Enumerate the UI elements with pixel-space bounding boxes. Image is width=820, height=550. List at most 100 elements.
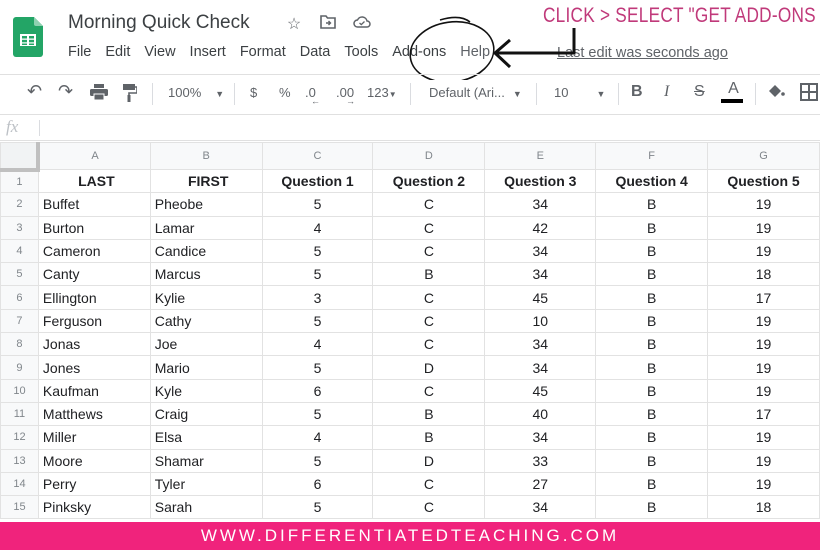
cell-d6[interactable]: C <box>372 285 486 310</box>
row-header[interactable]: 14 <box>0 471 39 497</box>
cell-f9[interactable]: B <box>595 355 709 380</box>
cell-g5[interactable]: 18 <box>707 262 820 287</box>
cell-e1[interactable]: Question 3 <box>484 168 597 194</box>
cell-g8[interactable]: 19 <box>707 332 820 357</box>
cell-e7[interactable]: 10 <box>484 308 597 334</box>
cell-c6[interactable]: 3 <box>261 285 374 310</box>
cell-e12[interactable]: 34 <box>484 425 597 450</box>
cell-f15[interactable]: B <box>595 495 709 520</box>
print-icon[interactable] <box>90 84 108 103</box>
cell-c7[interactable]: 5 <box>261 308 374 334</box>
cell-f3[interactable]: B <box>595 215 709 240</box>
cell-e9[interactable]: 34 <box>484 355 597 380</box>
cell-e5[interactable]: 34 <box>484 262 597 287</box>
cell-g6[interactable]: 17 <box>707 285 820 310</box>
cell-f4[interactable]: B <box>595 238 709 264</box>
cell-a12[interactable]: Miller <box>37 425 151 450</box>
cell-e3[interactable]: 42 <box>484 215 597 240</box>
cell-b3[interactable]: Lamar <box>149 215 263 240</box>
cell-c11[interactable]: 5 <box>261 401 374 427</box>
italic-button[interactable]: I <box>664 83 669 101</box>
cell-e6[interactable]: 45 <box>484 285 597 310</box>
cell-c3[interactable]: 4 <box>261 215 374 240</box>
cell-a4[interactable]: Cameron <box>37 238 151 264</box>
column-header-b[interactable]: B <box>149 142 263 170</box>
cell-b2[interactable]: Pheobe <box>149 192 263 217</box>
cell-b13[interactable]: Shamar <box>149 448 263 473</box>
cell-d8[interactable]: C <box>372 332 486 357</box>
column-header-c[interactable]: C <box>261 142 374 170</box>
cell-c15[interactable]: 5 <box>261 495 374 520</box>
paint-format-icon[interactable] <box>123 84 138 105</box>
cell-a1[interactable]: LAST <box>37 168 151 194</box>
row-header[interactable]: 13 <box>0 448 39 473</box>
undo-icon[interactable]: ↶ <box>27 81 42 102</box>
cell-a8[interactable]: Jonas <box>37 332 151 357</box>
row-header[interactable]: 1 <box>0 168 39 194</box>
cell-c5[interactable]: 5 <box>261 262 374 287</box>
row-header[interactable]: 4 <box>0 238 39 264</box>
cell-a15[interactable]: Pinksky <box>37 495 151 520</box>
menu-help[interactable]: Help <box>460 44 490 60</box>
cell-g1[interactable]: Question 5 <box>707 168 820 194</box>
menu-data[interactable]: Data <box>300 44 331 60</box>
cell-b8[interactable]: Joe <box>149 332 263 357</box>
cell-b14[interactable]: Tyler <box>149 471 263 497</box>
cell-d2[interactable]: C <box>372 192 486 217</box>
cell-g14[interactable]: 19 <box>707 471 820 497</box>
cell-f13[interactable]: B <box>595 448 709 473</box>
row-header[interactable]: 10 <box>0 378 39 403</box>
cell-a13[interactable]: Moore <box>37 448 151 473</box>
row-header[interactable]: 7 <box>0 308 39 334</box>
cell-g4[interactable]: 19 <box>707 238 820 264</box>
cell-c4[interactable]: 5 <box>261 238 374 264</box>
google-sheets-logo-icon[interactable] <box>13 17 43 57</box>
cell-d5[interactable]: B <box>372 262 486 287</box>
row-header[interactable]: 6 <box>0 285 39 310</box>
cell-d13[interactable]: D <box>372 448 486 473</box>
cell-g2[interactable]: 19 <box>707 192 820 217</box>
column-header-a[interactable]: A <box>37 142 151 170</box>
cloud-saved-icon[interactable] <box>352 15 372 33</box>
row-header[interactable]: 9 <box>0 355 39 380</box>
cell-f12[interactable]: B <box>595 425 709 450</box>
select-all-corner[interactable] <box>0 142 41 172</box>
cell-a2[interactable]: Buffet <box>37 192 151 217</box>
row-header[interactable]: 12 <box>0 425 39 450</box>
row-header[interactable]: 3 <box>0 215 39 240</box>
cell-d11[interactable]: B <box>372 401 486 427</box>
document-title[interactable]: Morning Quick Check <box>68 12 250 34</box>
cell-g10[interactable]: 19 <box>707 378 820 403</box>
cell-d3[interactable]: C <box>372 215 486 240</box>
cell-f8[interactable]: B <box>595 332 709 357</box>
formula-input[interactable] <box>46 119 806 137</box>
cell-c1[interactable]: Question 1 <box>261 168 374 194</box>
cell-f6[interactable]: B <box>595 285 709 310</box>
row-header[interactable]: 8 <box>0 332 39 357</box>
strikethrough-button[interactable]: S <box>694 83 705 101</box>
cell-f1[interactable]: Question 4 <box>595 168 709 194</box>
format-percent-button[interactable]: % <box>279 85 291 100</box>
cell-g15[interactable]: 18 <box>707 495 820 520</box>
cell-a14[interactable]: Perry <box>37 471 151 497</box>
row-header[interactable]: 5 <box>0 262 39 287</box>
row-header[interactable]: 2 <box>0 192 39 217</box>
cell-d4[interactable]: C <box>372 238 486 264</box>
cell-b7[interactable]: Cathy <box>149 308 263 334</box>
cell-a5[interactable]: Canty <box>37 262 151 287</box>
menu-add-ons[interactable]: Add-ons <box>392 44 446 60</box>
cell-c12[interactable]: 4 <box>261 425 374 450</box>
cell-f10[interactable]: B <box>595 378 709 403</box>
cell-e10[interactable]: 45 <box>484 378 597 403</box>
column-header-e[interactable]: E <box>484 142 597 170</box>
column-header-d[interactable]: D <box>372 142 486 170</box>
zoom-select[interactable]: 100% ▼ <box>168 85 224 100</box>
cell-c14[interactable]: 6 <box>261 471 374 497</box>
cell-b12[interactable]: Elsa <box>149 425 263 450</box>
borders-icon[interactable] <box>800 83 818 104</box>
menu-tools[interactable]: Tools <box>344 44 378 60</box>
cell-f11[interactable]: B <box>595 401 709 427</box>
cell-c9[interactable]: 5 <box>261 355 374 380</box>
cell-d15[interactable]: C <box>372 495 486 520</box>
cell-f14[interactable]: B <box>595 471 709 497</box>
